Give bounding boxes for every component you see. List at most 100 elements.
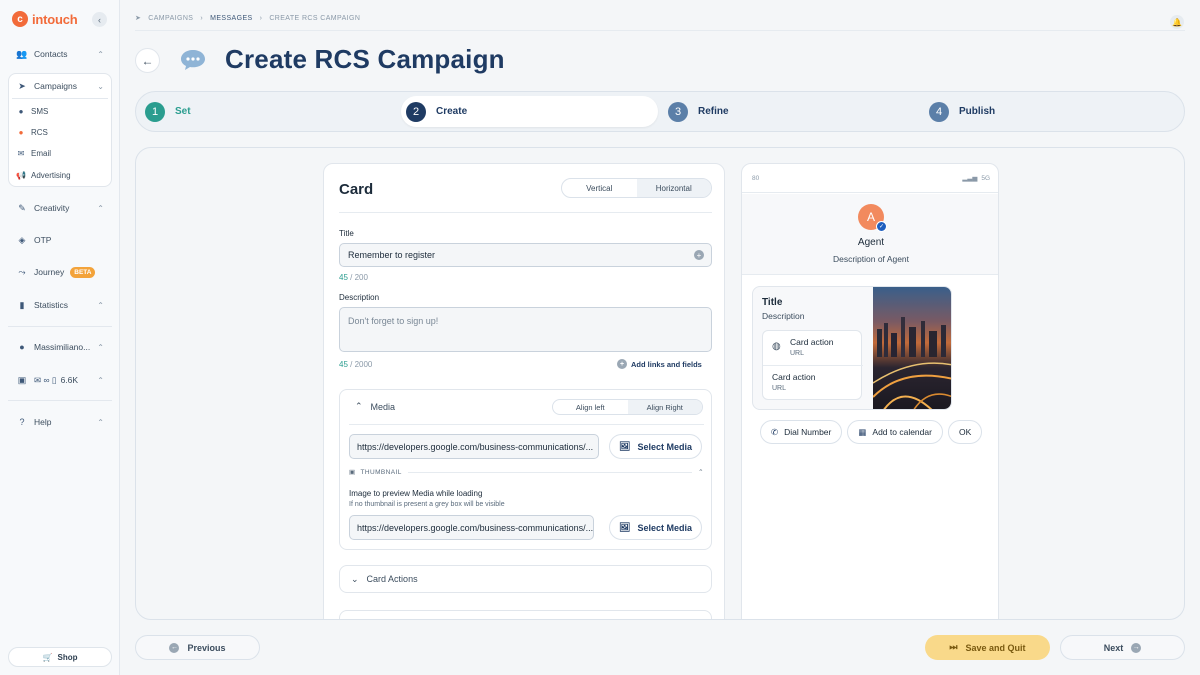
breadcrumb-current: CREATE RCS CAMPAIGN xyxy=(269,14,361,22)
title-max: / 200 xyxy=(350,273,368,282)
agent-name: Agent xyxy=(857,237,885,248)
collapsed-section[interactable] xyxy=(339,610,712,619)
chip-ok[interactable]: OK xyxy=(947,420,983,444)
sidebar-item-statistics[interactable]: ▮ Statistics ⌃ xyxy=(8,295,112,315)
image-icon: 🖼 xyxy=(619,522,631,532)
shop-button[interactable]: 🛒 Shop xyxy=(8,647,112,667)
page-title: Create RCS Campaign xyxy=(225,44,505,74)
title-input[interactable]: Remember to register xyxy=(339,243,712,267)
card-media-image xyxy=(872,287,951,409)
divider xyxy=(349,424,704,425)
sidebar-item-sms[interactable]: ● SMS xyxy=(16,103,49,119)
divider xyxy=(12,98,108,99)
chip-dial-number[interactable]: ✆ Dial Number xyxy=(760,420,843,444)
sidebar-item-otp[interactable]: ◈ OTP xyxy=(8,230,112,250)
card-action-title: Card action xyxy=(790,337,834,347)
save-and-quit-button[interactable]: ⏭ Save and Quit xyxy=(925,635,1050,660)
sidebar-item-campaigns[interactable]: ➤ Campaigns ⌄ xyxy=(8,76,112,96)
step-refine[interactable]: 3 Refine xyxy=(668,96,729,127)
thumbnail-header[interactable]: ▣ THUMBNAIL ⌃ xyxy=(349,468,704,477)
description-input[interactable]: Don't forget to sign up! xyxy=(339,307,712,352)
next-label: Next xyxy=(1103,642,1124,653)
form-title: Card xyxy=(339,181,374,198)
divider xyxy=(339,212,712,213)
add-links-label: Add links and fields xyxy=(631,359,702,369)
plus-icon: + xyxy=(617,359,627,369)
chip-label: Add to calendar xyxy=(872,427,932,437)
step-set[interactable]: 1 Set xyxy=(145,96,191,127)
sidebar-item-contacts[interactable]: 👥 Contacts ⌃ xyxy=(8,44,112,64)
previous-label: Previous xyxy=(187,642,226,653)
add-field-icon[interactable]: + xyxy=(694,250,704,260)
divider xyxy=(407,471,693,473)
sidebar-item-email[interactable]: ✉ Email xyxy=(16,145,51,161)
collapse-sidebar-button[interactable]: ‹ xyxy=(92,12,107,27)
back-button[interactable]: ← xyxy=(135,48,160,73)
description-placeholder: Don't forget to sign up! xyxy=(348,316,439,326)
sidebar-item-help[interactable]: ? Help ⌃ xyxy=(8,412,112,432)
thumbnail-label: THUMBNAIL xyxy=(360,468,402,476)
phone-status-bar: 80 ▂▃▅ 5G xyxy=(742,164,998,193)
step-create[interactable]: 2 Create xyxy=(401,96,658,127)
phone-icon: ✆ xyxy=(771,426,779,437)
media-title: Media xyxy=(370,401,396,412)
step-publish[interactable]: 4 Publish xyxy=(929,96,995,127)
bell-icon[interactable]: 🔔 xyxy=(1170,15,1184,29)
description-label: Description xyxy=(339,293,380,302)
card-action-sub: URL xyxy=(790,350,805,357)
suggestion-chips: ✆ Dial Number ▦ Add to calendar OK xyxy=(760,420,983,444)
align-right-option[interactable]: Align Right xyxy=(627,400,702,414)
thumbnail-subtext: If no thumbnail is present a grey box wi… xyxy=(349,501,505,508)
shield-icon: ◈ xyxy=(18,234,26,245)
breadcrumb-messages[interactable]: MESSAGES xyxy=(210,15,253,22)
breadcrumb-campaigns[interactable]: CAMPAIGNS xyxy=(148,15,193,22)
description-max: / 2000 xyxy=(350,360,373,369)
card-actions-list: ◍ Card action URL Card action URL xyxy=(762,330,863,401)
beta-badge: BETA xyxy=(70,266,96,278)
next-button[interactable]: Next → xyxy=(1060,635,1185,660)
orientation-vertical[interactable]: Vertical xyxy=(562,179,637,197)
add-links-button[interactable]: + Add links and fields xyxy=(617,359,702,369)
users-icon: 👥 xyxy=(16,48,28,59)
sidebar-item-label: Help xyxy=(34,417,52,427)
card-action-item[interactable]: ◍ Card action URL xyxy=(763,331,863,366)
align-left-option[interactable]: Align left xyxy=(553,400,628,414)
select-media-button[interactable]: 🖼 Select Media xyxy=(609,434,702,459)
media-url-input[interactable]: https://developers.google.com/business-c… xyxy=(349,434,599,459)
chevron-down-icon: ⌄ xyxy=(97,81,104,91)
thumbnail-text: Image to preview Media while loading xyxy=(349,489,483,498)
chip-add-to-calendar[interactable]: ▦ Add to calendar xyxy=(847,420,943,444)
step-number: 3 xyxy=(668,101,688,122)
wallet-icon: ▣ xyxy=(17,374,27,385)
agent-description: Description of Agent xyxy=(832,254,910,264)
chevron-up-icon: ⌃ xyxy=(355,401,363,411)
select-media-label: Select Media xyxy=(637,441,692,452)
status-right: ▂▃▅ 5G xyxy=(962,174,990,183)
previous-button[interactable]: ← Previous xyxy=(135,635,260,660)
signal-icon: ▂▃▅ xyxy=(962,175,978,182)
select-thumbnail-button[interactable]: 🖼 Select Media xyxy=(609,515,702,540)
image-icon: ▣ xyxy=(349,469,356,476)
card-action-item[interactable]: Card action URL xyxy=(763,366,863,401)
mail-icon: ✉ xyxy=(17,148,25,158)
sidebar: c intouch ‹ 👥 Contacts ⌃ ➤ Campaigns ⌄ ●… xyxy=(0,0,120,675)
sidebar-item-label: SMS xyxy=(31,106,49,116)
divider xyxy=(8,400,112,401)
media-section: ⌃ Media Align left Align Right https://d… xyxy=(339,389,712,550)
sidebar-item-rcs[interactable]: ● RCS xyxy=(16,124,48,140)
sidebar-item-credits[interactable]: ▣ ✉ ∞ ▯ 6.6K ⌃ xyxy=(8,370,112,390)
orientation-horizontal[interactable]: Horizontal xyxy=(636,179,711,197)
card-actions-section[interactable]: ⌄ Card Actions xyxy=(339,565,712,593)
sidebar-item-journey[interactable]: ⤳ Journey BETA xyxy=(8,262,112,282)
verified-icon: ✓ xyxy=(876,221,887,232)
step-label: Create xyxy=(436,106,468,117)
sidebar-item-creativity[interactable]: ✎ Creativity ⌃ xyxy=(8,198,112,218)
logo-text: intouch xyxy=(32,11,78,27)
card-action-sub: URL xyxy=(772,385,787,392)
card-action-title: Card action xyxy=(772,372,816,382)
thumbnail-url-input[interactable]: https://developers.google.com/business-c… xyxy=(349,515,594,540)
media-toggle[interactable]: ⌃ Media xyxy=(355,401,395,412)
sidebar-item-advertising[interactable]: 📢 Advertising xyxy=(16,167,71,183)
sidebar-item-user[interactable]: ● Massimiliano... ⌃ xyxy=(8,337,112,357)
logo[interactable]: c intouch xyxy=(12,11,78,27)
